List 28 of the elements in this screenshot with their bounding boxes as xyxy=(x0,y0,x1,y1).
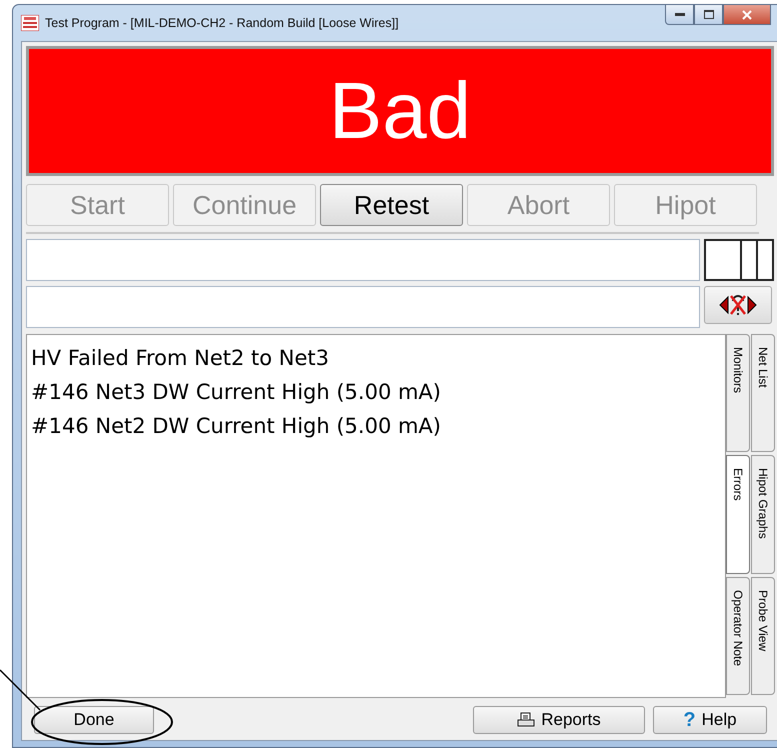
input-field[interactable] xyxy=(26,286,700,328)
maximize-button[interactable] xyxy=(694,5,723,25)
input-field[interactable] xyxy=(26,239,700,281)
maximize-icon xyxy=(704,10,714,19)
status-text: Bad xyxy=(328,65,472,157)
side-tab[interactable]: Probe View xyxy=(751,576,775,695)
printer-icon xyxy=(517,712,536,728)
probe-disabled-icon xyxy=(718,292,758,318)
close-button[interactable] xyxy=(723,5,771,25)
side-tab[interactable]: Errors xyxy=(726,455,750,574)
help-button[interactable]: ? Help xyxy=(653,706,767,734)
probe-button[interactable] xyxy=(704,286,772,324)
minimize-button[interactable] xyxy=(665,5,694,25)
reports-button[interactable]: Reports xyxy=(473,706,645,734)
action-button[interactable]: Retest xyxy=(320,184,463,226)
side-tab[interactable]: Hipot Graphs xyxy=(751,455,775,574)
side-tab[interactable]: Monitors xyxy=(726,334,750,452)
window-title: Test Program - [MIL-DEMO-CH2 - Random Build [Loose Wires]] xyxy=(45,16,399,30)
done-button[interactable]: Done xyxy=(34,706,154,734)
error-message: #146 Net2 DW Current High (5.00 mA) xyxy=(31,413,441,440)
side-tab[interactable]: Operator Note xyxy=(726,576,750,695)
meter-display xyxy=(704,239,774,281)
error-message: HV Failed From Net2 to Net3 xyxy=(31,345,330,372)
side-tab[interactable]: Net List xyxy=(751,334,775,452)
app-icon xyxy=(21,15,39,31)
close-icon xyxy=(742,10,752,20)
error-message: #146 Net3 DW Current High (5.00 mA) xyxy=(31,379,441,406)
minimize-icon xyxy=(674,12,684,16)
